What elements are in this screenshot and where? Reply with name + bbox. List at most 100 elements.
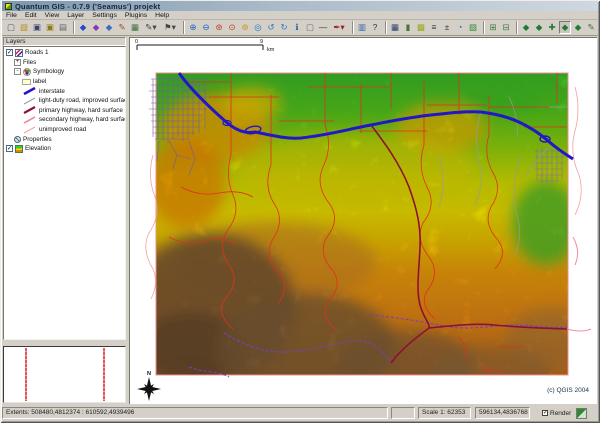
legend-item-label: Properties bbox=[23, 135, 52, 143]
add-postgis-layer-icon[interactable]: ◆ bbox=[103, 21, 115, 34]
new-project-icon[interactable]: ▢ bbox=[5, 21, 17, 34]
toolbar-separator bbox=[352, 21, 353, 34]
zoom-to-layer-icon[interactable]: ⊚ bbox=[239, 21, 251, 34]
new-vector-layer-icon[interactable]: ✎ bbox=[116, 21, 128, 34]
save-project-as-icon[interactable]: ▣ bbox=[44, 21, 56, 34]
menu-plugins[interactable]: Plugins bbox=[121, 12, 151, 19]
pan-map-icon[interactable]: ◎ bbox=[252, 21, 264, 34]
save-project-icon[interactable]: ▣ bbox=[31, 21, 43, 34]
legend-item-unimproved-road[interactable]: unimproved road bbox=[4, 125, 125, 135]
zoom-full-extent-icon[interactable]: ⊛ bbox=[213, 21, 225, 34]
zoom-raster-out-icon[interactable]: ⊟ bbox=[500, 21, 512, 34]
legend-item-label[interactable]: label bbox=[4, 77, 125, 87]
legend-item-primary-highway-hard-surface[interactable]: primary highway, hard surface bbox=[4, 106, 125, 116]
capture-point-icon[interactable]: ✎▾ bbox=[142, 21, 160, 34]
map-canvas[interactable]: 0 9 km N (c) QGIS 2004 bbox=[129, 37, 597, 404]
identify-features-icon[interactable]: ℹ bbox=[291, 21, 303, 34]
window-title: Quantum GIS - 0.7.9 ('Seamus') projekt bbox=[15, 1, 161, 11]
layer-visibility-checkbox[interactable]: ✓ bbox=[6, 145, 13, 153]
legend-item-elevation[interactable]: ✓ Elevation bbox=[4, 144, 125, 154]
render-label: Render bbox=[550, 409, 572, 417]
scalebar-plugin-icon[interactable]: ◆ bbox=[559, 21, 571, 34]
extents-display: Extents: 508480,4812374 : 610592,4939496 bbox=[2, 407, 388, 419]
capture-line-icon[interactable]: ⚑▾ bbox=[161, 21, 179, 34]
svg-text:0: 0 bbox=[135, 39, 138, 45]
legend-panel-title: Layers bbox=[3, 37, 126, 46]
add-vector-layer-icon[interactable]: ◆ bbox=[77, 21, 89, 34]
legend-item-label: Symbology bbox=[33, 68, 65, 76]
legend-item-roads-1[interactable]: ✓ Roads 1 bbox=[4, 48, 125, 58]
progress-bar bbox=[391, 407, 415, 419]
toolbar-separator bbox=[183, 21, 184, 34]
menu-view[interactable]: View bbox=[41, 12, 64, 19]
legend-item-secondary-highway-hard-surface[interactable]: secondary highway, hard surface bbox=[4, 115, 125, 125]
secondary-roads bbox=[566, 236, 592, 332]
print-icon[interactable]: ▤ bbox=[57, 21, 69, 34]
menu-edit[interactable]: Edit bbox=[21, 12, 41, 19]
legend-item-properties[interactable]: Properties bbox=[4, 134, 125, 144]
export-image-icon[interactable]: ▧ bbox=[467, 21, 479, 34]
render-checkbox[interactable]: ✓ bbox=[542, 410, 548, 416]
elevation-icon bbox=[15, 144, 23, 153]
statusbar: Extents: 508480,4812374 : 610592,4939496… bbox=[2, 406, 598, 420]
legend-item-files[interactable]: + Files bbox=[4, 58, 125, 68]
toggle-editing-icon[interactable]: ▦ bbox=[129, 21, 141, 34]
gps-tools-icon[interactable]: ≡ bbox=[428, 21, 440, 34]
legend-item-symbology[interactable]: - Symbology bbox=[4, 67, 125, 77]
legend-item-label: primary highway, hard surface bbox=[39, 106, 123, 114]
legend-item-light-duty-road-improved-surface[interactable]: light-duty road, improved surface bbox=[4, 96, 125, 106]
qgis-window: Quantum GIS - 0.7.9 ('Seamus') projekt F… bbox=[0, 0, 600, 423]
zoom-next-icon[interactable]: ↻ bbox=[278, 21, 290, 34]
menu-layer[interactable]: Layer bbox=[63, 12, 88, 19]
legend-item-label: interstate bbox=[39, 87, 65, 95]
compass-tool-icon[interactable]: ◔ bbox=[454, 21, 466, 34]
overview-map[interactable] bbox=[3, 346, 126, 403]
toolbar: ▢ ▨ ▣ ▣ ▤ ◆ ◆ ◆ ✎ ▦ ✎▾ ⚑▾ ⊕ ⊖ ⊛ ⊙ ⊚ ◎ ↺ ↻ ℹ ▢ — ✒▾ ▥? ▦ ▮ ▩ ≡ ± ◔ ▧ ⊞ ⊟ ◆ ◆… bbox=[2, 20, 598, 36]
add-raster-layer-icon[interactable]: ◆ bbox=[90, 21, 102, 34]
symbol-swatch bbox=[23, 126, 36, 133]
print-composer-icon[interactable]: ▥ bbox=[356, 21, 368, 34]
grass-tools-icon[interactable]: ✎ bbox=[585, 21, 597, 34]
help-contents-icon[interactable]: ? bbox=[369, 21, 381, 34]
zoom-last-icon[interactable]: ↺ bbox=[265, 21, 277, 34]
plugin-manager-icon[interactable]: ▮ bbox=[402, 21, 414, 34]
layers-legend[interactable]: ✓ Roads 1 + Files - Symbology label interstate l… bbox=[3, 46, 126, 340]
measure-line-icon[interactable]: — bbox=[317, 21, 329, 34]
tree-toggle-icon[interactable]: + bbox=[14, 58, 21, 66]
menu-settings[interactable]: Settings bbox=[88, 12, 121, 19]
render-toggle[interactable]: ✓ Render bbox=[542, 410, 571, 417]
symbol-swatch bbox=[23, 106, 36, 115]
scale-display[interactable]: Scale 1: 62353 bbox=[418, 407, 471, 419]
zoom-to-selection-icon[interactable]: ⊙ bbox=[226, 21, 238, 34]
map-render: 0 9 km N bbox=[135, 39, 592, 401]
legend-item-label: Roads 1 bbox=[25, 49, 49, 57]
legend-item-label: Files bbox=[23, 58, 37, 66]
menu-help[interactable]: Help bbox=[151, 12, 173, 19]
copyright-plugin-icon[interactable]: ◆ bbox=[572, 21, 584, 34]
copyright-label: (c) QGIS 2004 bbox=[547, 387, 589, 394]
north-arrow-plugin-icon[interactable]: ✚ bbox=[546, 21, 558, 34]
stop-render-icon[interactable] bbox=[576, 407, 588, 419]
legend-item-label: secondary highway, hard surface bbox=[39, 116, 125, 124]
menu-file[interactable]: File bbox=[2, 12, 21, 19]
map-annotation-icon[interactable]: ✒▾ bbox=[330, 21, 348, 34]
tree-toggle-icon[interactable]: - bbox=[14, 68, 21, 76]
open-project-icon[interactable]: ▨ bbox=[18, 21, 30, 34]
select-features-icon[interactable]: ▢ bbox=[304, 21, 316, 34]
layer-visibility-checkbox[interactable]: ✓ bbox=[6, 49, 13, 57]
toolbar-separator bbox=[73, 21, 74, 34]
wms-plugin-icon[interactable]: ◆ bbox=[533, 21, 545, 34]
attribute-table-icon[interactable]: ▦ bbox=[389, 21, 401, 34]
wfs-plugin-icon[interactable]: ◆ bbox=[520, 21, 532, 34]
georeferencer-icon[interactable]: ▩ bbox=[415, 21, 427, 34]
legend-item-label: label bbox=[33, 78, 47, 86]
zoom-out-icon[interactable]: ⊖ bbox=[200, 21, 212, 34]
zoom-raster-in-icon[interactable]: ⊞ bbox=[487, 21, 499, 34]
legend-item-interstate[interactable]: interstate bbox=[4, 86, 125, 96]
coordinate-capture-icon[interactable]: ± bbox=[441, 21, 453, 34]
coordinate-display: 596134,4836768 bbox=[475, 407, 530, 419]
roads-icon bbox=[15, 48, 23, 57]
svg-text:km: km bbox=[267, 47, 275, 53]
zoom-in-icon[interactable]: ⊕ bbox=[187, 21, 199, 34]
titlebar[interactable]: Quantum GIS - 0.7.9 ('Seamus') projekt bbox=[2, 1, 598, 11]
